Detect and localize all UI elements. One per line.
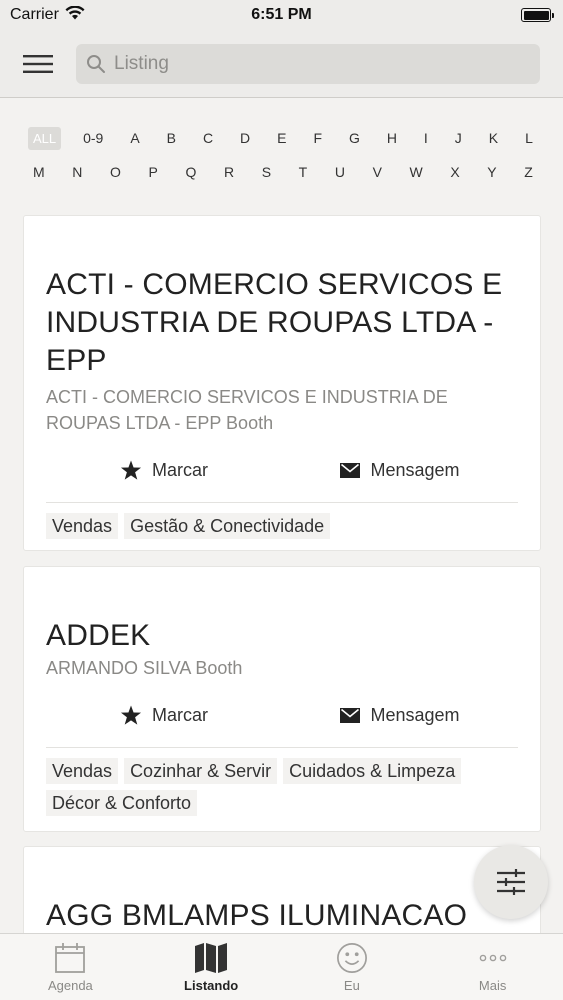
alpha-j[interactable]: J xyxy=(450,126,467,150)
more-icon xyxy=(479,954,506,962)
category-tag[interactable]: Vendas xyxy=(46,513,119,539)
listing-card[interactable]: ACTI - COMERCIO SERVICOS E INDUSTRIA DE … xyxy=(23,215,541,551)
alpha-o[interactable]: O xyxy=(105,160,126,184)
card-actions: Marcar Mensagem xyxy=(46,691,518,739)
alpha-s[interactable]: S xyxy=(257,160,276,184)
tab-label: Mais xyxy=(478,978,507,993)
alphabet-index: ALL 0-9 A B C D E F G H I J K L M N O P … xyxy=(28,122,538,188)
envelope-icon xyxy=(340,707,361,723)
alpha-g[interactable]: G xyxy=(344,126,365,150)
alpha-w[interactable]: W xyxy=(405,160,428,184)
alpha-all[interactable]: ALL xyxy=(28,126,62,150)
alpha-t[interactable]: T xyxy=(294,160,313,184)
card-title[interactable]: ADDEK xyxy=(46,617,518,655)
alpha-e[interactable]: E xyxy=(272,126,291,150)
alpha-c[interactable]: C xyxy=(198,126,218,150)
category-tag[interactable]: Gestão & Conectividade xyxy=(124,513,331,539)
card-subtitle: ACTI - COMERCIO SERVICOS E INDUSTRIA DE … xyxy=(46,387,448,433)
alpha-f[interactable]: F xyxy=(308,126,327,150)
card-actions: Marcar Mensagem xyxy=(46,446,518,494)
alpha-x[interactable]: X xyxy=(445,160,464,184)
tab-label: Listando xyxy=(184,978,239,993)
carrier-label: Carrier xyxy=(10,6,59,23)
card-tags: Vendas Gestão & Conectividade xyxy=(46,503,518,551)
tab-bar: Agenda Listando Eu Mais xyxy=(0,933,563,1000)
alpha-b[interactable]: B xyxy=(162,126,181,150)
card-title[interactable]: AGG BMLAMPS ILUMINACAO xyxy=(46,897,518,935)
sliders-icon xyxy=(497,869,525,895)
card-title[interactable]: ACTI - COMERCIO SERVICOS E INDUSTRIA DE … xyxy=(46,266,518,380)
mark-label: Marcar xyxy=(151,459,208,480)
category-tag[interactable]: Cuidados & Limpeza xyxy=(283,758,462,784)
alpha-m[interactable]: M xyxy=(28,160,50,184)
map-icon xyxy=(195,943,228,973)
tab-agenda[interactable]: Agenda xyxy=(0,934,141,1000)
category-tag[interactable]: Cozinhar & Servir xyxy=(124,758,278,784)
alphabet-row: ALL 0-9 A B C D E F G H I J K L xyxy=(28,122,538,154)
status-bar: Carrier 6:51 PM xyxy=(0,0,563,30)
tab-mais[interactable]: Mais xyxy=(422,934,563,1000)
mark-button[interactable]: Marcar xyxy=(46,460,282,481)
alpha-i[interactable]: I xyxy=(419,126,433,150)
alpha-v[interactable]: V xyxy=(368,160,387,184)
alpha-d[interactable]: D xyxy=(235,126,255,150)
star-icon xyxy=(120,704,142,725)
search-icon xyxy=(87,54,105,73)
wifi-icon xyxy=(65,4,85,25)
calendar-icon xyxy=(55,943,86,973)
alpha-a[interactable]: A xyxy=(125,126,144,150)
hamburger-icon xyxy=(23,54,53,73)
alpha-p[interactable]: P xyxy=(144,160,163,184)
envelope-icon xyxy=(340,462,361,478)
alpha-h[interactable]: H xyxy=(382,126,402,150)
tab-eu[interactable]: Eu xyxy=(282,934,423,1000)
star-icon xyxy=(120,459,142,480)
alpha-z[interactable]: Z xyxy=(519,160,538,184)
alpha-q[interactable]: Q xyxy=(180,160,201,184)
alphabet-row: M N O P Q R S T U V W X Y Z xyxy=(28,156,538,188)
alpha-r[interactable]: R xyxy=(219,160,239,184)
search-box[interactable] xyxy=(76,43,540,84)
listing-card[interactable]: ADDEK ARMANDO SILVA Booth Marcar Mensage… xyxy=(23,566,541,832)
message-button[interactable]: Mensagem xyxy=(282,705,518,726)
filter-button[interactable] xyxy=(474,845,548,919)
menu-button[interactable] xyxy=(0,30,76,98)
category-tag[interactable]: Décor & Conforto xyxy=(46,790,198,816)
alpha-u[interactable]: U xyxy=(330,160,350,184)
alpha-y[interactable]: Y xyxy=(482,160,501,184)
alpha-l[interactable]: L xyxy=(520,126,538,150)
mark-button[interactable]: Marcar xyxy=(46,705,282,726)
alpha-0-9[interactable]: 0-9 xyxy=(78,126,108,150)
header xyxy=(0,30,563,98)
smiley-icon xyxy=(336,943,367,973)
card-subtitle: ARMANDO SILVA Booth xyxy=(46,658,243,678)
alpha-n[interactable]: N xyxy=(67,160,87,184)
category-tag[interactable]: Vendas xyxy=(46,758,119,784)
card-tags: Vendas Cozinhar & Servir Cuidados & Limp… xyxy=(46,748,518,828)
status-left: Carrier xyxy=(10,4,85,25)
search-input[interactable] xyxy=(114,52,514,75)
tab-listando[interactable]: Listando xyxy=(141,934,282,1000)
tab-label: Agenda xyxy=(47,978,93,993)
tab-label: Eu xyxy=(343,978,360,993)
mark-label: Marcar xyxy=(151,704,208,725)
message-button[interactable]: Mensagem xyxy=(282,460,518,481)
message-label: Mensagem xyxy=(370,704,460,725)
alpha-k[interactable]: K xyxy=(484,126,503,150)
battery-icon xyxy=(521,8,554,22)
message-label: Mensagem xyxy=(370,459,460,480)
